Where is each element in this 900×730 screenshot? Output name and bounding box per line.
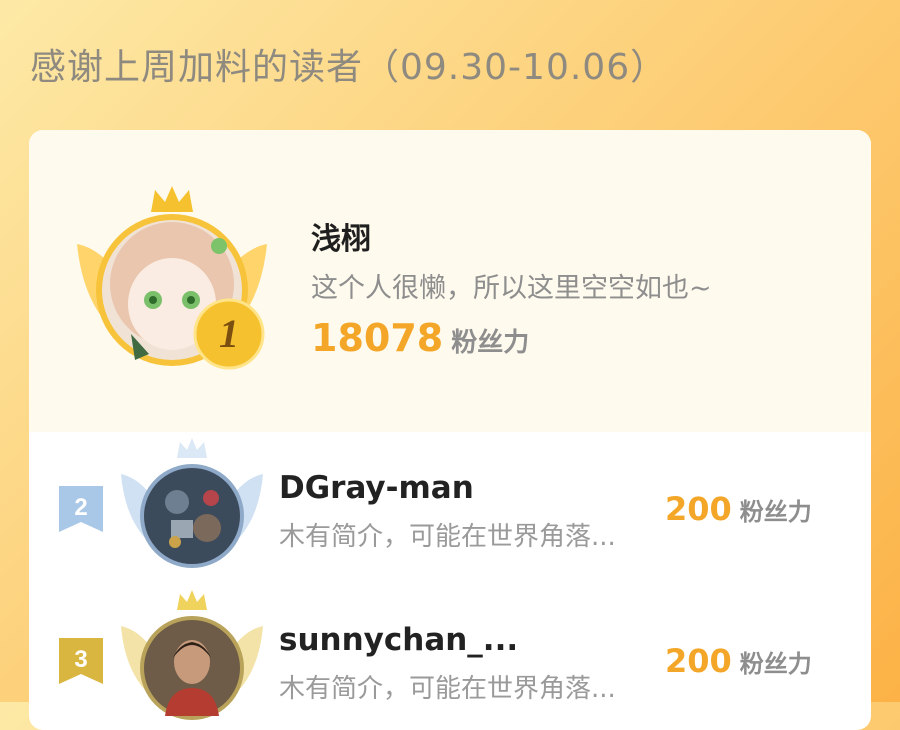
top-reader-score: 18078 粉丝力 — [311, 316, 529, 360]
crown-icon — [177, 438, 207, 458]
crown-icon — [151, 186, 193, 212]
reader-score-value: 200 — [665, 490, 732, 528]
top-reader-score-unit: 粉丝力 — [451, 328, 530, 358]
avatar — [144, 468, 240, 564]
top-reader-avatar-badge[interactable]: 1 — [69, 184, 275, 384]
list-item[interactable]: 2 DGray-man 木有简介，可能在世界角落... 200 粉丝力 — [29, 436, 871, 586]
reader-score: 200 粉丝力 — [665, 642, 812, 680]
top-reader-name[interactable]: 浅栩 — [311, 214, 371, 258]
reader-name[interactable]: DGray-man — [279, 470, 474, 506]
top-reader-section[interactable]: 1 浅栩 这个人很懒，所以这里空空如也~ 18078 粉丝力 — [29, 130, 871, 432]
svg-text:3: 3 — [74, 646, 87, 673]
reader-score: 200 粉丝力 — [665, 490, 812, 528]
reader-score-unit: 粉丝力 — [739, 498, 812, 526]
reader-name[interactable]: sunnychan_... — [279, 622, 518, 658]
crown-icon — [177, 590, 207, 610]
svg-text:2: 2 — [74, 494, 87, 521]
reader-avatar-badge[interactable] — [117, 436, 267, 586]
top-reader-bio: 这个人很懒，所以这里空空如也~ — [311, 273, 712, 304]
reader-bio: 木有简介，可能在世界角落... — [279, 674, 616, 704]
reader-score-unit: 粉丝力 — [739, 650, 812, 678]
leaderboard-card: 1 浅栩 这个人很懒，所以这里空空如也~ 18078 粉丝力 2 DGray-ma… — [29, 130, 871, 730]
rank-2-flag-icon: 2 — [59, 486, 103, 532]
top-reader-score-value: 18078 — [311, 316, 444, 360]
list-item[interactable]: 3 sunnychan_... 木有简介，可能在世界角落... 200 粉丝力 — [29, 588, 871, 730]
reader-score-value: 200 — [665, 642, 732, 680]
page-title: 感谢上周加料的读者（09.30-10.06） — [30, 47, 668, 88]
reader-bio: 木有简介，可能在世界角落... — [279, 522, 616, 552]
rank-3-flag-icon: 3 — [59, 638, 103, 684]
rank-1-number: 1 — [219, 311, 239, 356]
reader-avatar-badge[interactable] — [117, 588, 267, 730]
